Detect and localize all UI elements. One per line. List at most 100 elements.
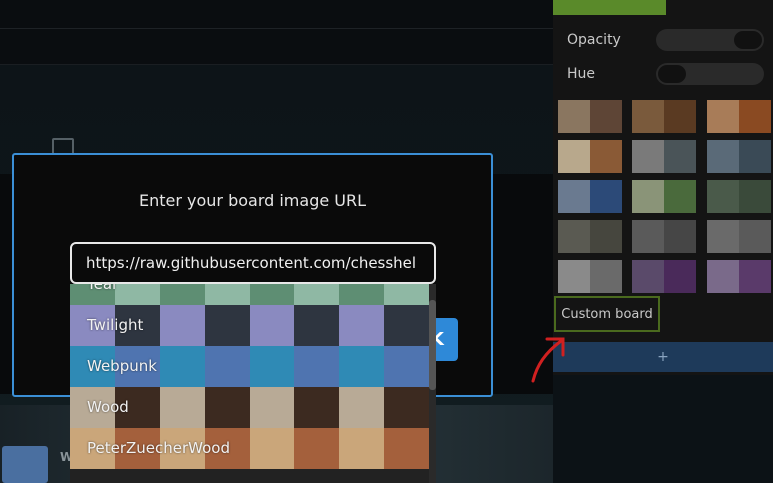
preview-square <box>249 346 295 387</box>
board-option[interactable]: Twilight <box>70 305 436 346</box>
swatch-color <box>664 180 696 213</box>
hue-slider[interactable] <box>656 63 764 85</box>
board-swatch[interactable] <box>558 260 622 293</box>
swatch-color <box>707 260 739 293</box>
board-swatch[interactable] <box>632 100 696 133</box>
board-option-label: Webpunk <box>87 357 157 375</box>
swatch-color <box>632 220 664 253</box>
preview-square <box>159 305 205 346</box>
preview-square <box>249 284 295 305</box>
header-divider <box>0 28 553 29</box>
swatch-color <box>707 100 739 133</box>
board-option-preview <box>70 284 429 305</box>
board-swatch[interactable] <box>558 100 622 133</box>
swatch-color <box>632 140 664 173</box>
preview-square <box>294 284 340 305</box>
preview-square <box>294 346 340 387</box>
swatch-color <box>739 260 771 293</box>
swatch-color <box>590 220 622 253</box>
board-option[interactable]: Wood <box>70 387 436 428</box>
swatch-color <box>558 100 590 133</box>
board-option-label: PeterZuecherWood <box>87 439 231 457</box>
preview-square <box>294 305 340 346</box>
preview-square <box>114 284 160 305</box>
board-swatch[interactable] <box>707 260 771 293</box>
hue-label: Hue <box>567 66 596 82</box>
settings-accent-bar <box>553 0 666 15</box>
swatch-color <box>632 100 664 133</box>
board-swatch[interactable] <box>707 140 771 173</box>
preview-square <box>384 305 429 346</box>
dropdown-scroll-thumb[interactable] <box>429 300 436 390</box>
preview-square <box>384 387 429 428</box>
swatch-color <box>558 260 590 293</box>
board-swatch[interactable] <box>707 220 771 253</box>
preview-square <box>294 428 340 469</box>
preview-square <box>204 305 250 346</box>
opacity-slider[interactable] <box>656 29 764 51</box>
board-swatch[interactable] <box>632 140 696 173</box>
board-swatch[interactable] <box>558 140 622 173</box>
board-swatch[interactable] <box>707 180 771 213</box>
swatch-color <box>664 100 696 133</box>
hue-slider-knob[interactable] <box>658 65 686 83</box>
preview-square <box>204 346 250 387</box>
preview-square <box>204 284 250 305</box>
preview-square <box>249 305 295 346</box>
board-option[interactable]: PeterZuecherWood <box>70 428 436 469</box>
preview-square <box>384 428 429 469</box>
board-option-label: Twilight <box>87 316 144 334</box>
swatch-color <box>558 140 590 173</box>
swatch-color <box>664 140 696 173</box>
swatch-color <box>590 260 622 293</box>
preview-square <box>159 346 205 387</box>
swatch-color <box>632 180 664 213</box>
swatch-color <box>664 220 696 253</box>
board-option-label: Teal <box>87 284 117 293</box>
swatch-color <box>739 100 771 133</box>
board-url-input[interactable] <box>70 242 436 284</box>
board-swatch[interactable] <box>632 260 696 293</box>
preview-square <box>339 305 385 346</box>
preview-square <box>339 387 385 428</box>
board-option[interactable]: Teal <box>70 284 436 305</box>
avatar <box>2 446 48 483</box>
preview-square <box>204 387 250 428</box>
preview-square <box>339 284 385 305</box>
preview-square <box>384 284 429 305</box>
preview-square <box>384 346 429 387</box>
swatch-color <box>739 140 771 173</box>
board-option[interactable]: Webpunk <box>70 346 436 387</box>
preview-square <box>294 387 340 428</box>
swatch-color <box>664 260 696 293</box>
board-option-label: Wood <box>87 398 129 416</box>
swatch-color <box>739 180 771 213</box>
swatch-color <box>707 220 739 253</box>
opacity-slider-knob[interactable] <box>734 31 762 49</box>
red-arrow-annotation <box>531 337 565 383</box>
board-swatch[interactable] <box>707 100 771 133</box>
swatch-color <box>632 260 664 293</box>
dialog-title: Enter your board image URL <box>138 191 367 210</box>
swatch-color <box>739 220 771 253</box>
preview-square <box>339 346 385 387</box>
preview-square <box>159 284 205 305</box>
board-suggestion-list: Teal Twilight Webpunk Wood PeterZuecherWood <box>70 284 436 483</box>
swatch-color <box>590 180 622 213</box>
preview-square <box>159 387 205 428</box>
swatch-color <box>558 180 590 213</box>
board-swatch[interactable] <box>558 180 622 213</box>
swatch-color <box>707 180 739 213</box>
board-swatch[interactable] <box>632 180 696 213</box>
opacity-label: Opacity <box>567 32 621 48</box>
board-swatch[interactable] <box>632 220 696 253</box>
swatch-color <box>590 100 622 133</box>
preview-square <box>249 387 295 428</box>
preview-square <box>249 428 295 469</box>
preview-square <box>339 428 385 469</box>
board-swatch[interactable] <box>558 220 622 253</box>
swatch-color <box>707 140 739 173</box>
add-board-button[interactable]: + <box>553 342 773 372</box>
swatch-color <box>590 140 622 173</box>
swatch-color <box>558 220 590 253</box>
